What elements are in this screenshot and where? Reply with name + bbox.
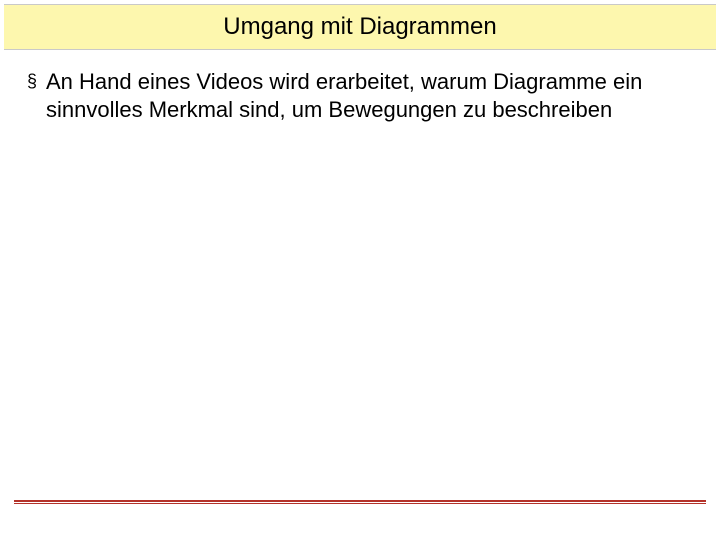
bullet-icon: §	[18, 68, 46, 93]
title-bar: Umgang mit Diagrammen	[4, 4, 716, 50]
footer-divider	[14, 500, 706, 504]
list-item: § An Hand eines Videos wird erarbeitet, …	[18, 68, 702, 124]
bullet-text: An Hand eines Videos wird erarbeitet, wa…	[46, 68, 702, 124]
slide-title: Umgang mit Diagrammen	[223, 13, 496, 41]
content-area: § An Hand eines Videos wird erarbeitet, …	[0, 50, 720, 124]
